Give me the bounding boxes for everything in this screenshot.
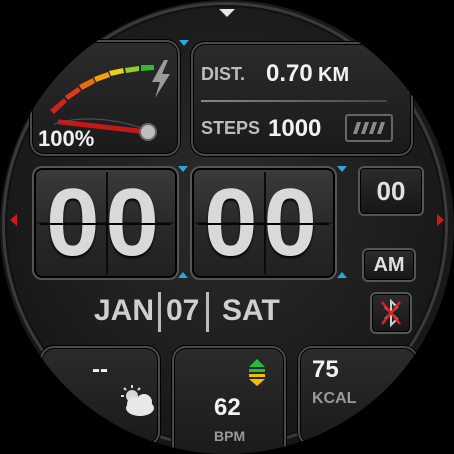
date-day: 07: [166, 294, 200, 327]
right-marker: [437, 214, 444, 226]
minutes-flip[interactable]: 00: [190, 166, 337, 280]
distance-label: DIST.: [201, 64, 246, 84]
blue-marker-2: [337, 166, 347, 172]
calories-unit: KCAL: [312, 390, 357, 407]
top-marker: [219, 9, 235, 17]
heart-rate-panel[interactable]: 62 BPM: [172, 346, 286, 454]
watch-face: 100% DIST. 0.70 KM STEPS 1000 00 00: [0, 0, 454, 454]
blue-marker-3: [178, 272, 188, 278]
calories-value: 75: [312, 356, 339, 383]
lightning-icon: [152, 60, 170, 98]
bluetooth-icon: [381, 299, 401, 327]
minutes-divider: [263, 172, 266, 274]
bluetooth-status[interactable]: [370, 292, 412, 334]
weather-temp: --: [92, 356, 108, 383]
date-month: JAN: [94, 294, 155, 327]
activity-panel[interactable]: DIST. 0.70 KM STEPS 1000: [191, 42, 413, 156]
needle-hub: [139, 123, 157, 141]
ampm-box: AM: [362, 248, 416, 282]
seconds-box: 00: [358, 166, 424, 216]
battery-icon: [345, 114, 393, 142]
battery-panel[interactable]: 100%: [30, 40, 180, 156]
weather-panel[interactable]: --: [40, 346, 160, 446]
steps-value: 1000: [268, 115, 322, 142]
steps-label: STEPS: [201, 118, 261, 138]
battery-percent: 100%: [38, 126, 95, 151]
weather-cloud-sun-icon: [121, 385, 154, 416]
hours-divider: [105, 172, 108, 274]
hours-flip[interactable]: 00: [32, 166, 179, 280]
date-weekday: SAT: [222, 294, 280, 327]
heart-rate-value: 62: [214, 394, 241, 421]
blue-marker-top: [179, 40, 189, 46]
heart-rate-unit: BPM: [214, 428, 246, 444]
heart-rate-arrows-icon: [249, 359, 265, 386]
distance-unit: KM: [318, 64, 350, 86]
calories-panel[interactable]: 75 KCAL: [298, 346, 418, 446]
date-sep-2: [206, 292, 209, 332]
date-sep-1: [158, 292, 161, 332]
distance-value: 0.70: [266, 60, 313, 87]
left-marker: [10, 214, 17, 226]
gauge-segments: [50, 65, 154, 114]
blue-marker-1: [178, 166, 188, 172]
panel-divider: [201, 100, 387, 102]
blue-marker-4: [337, 272, 347, 278]
